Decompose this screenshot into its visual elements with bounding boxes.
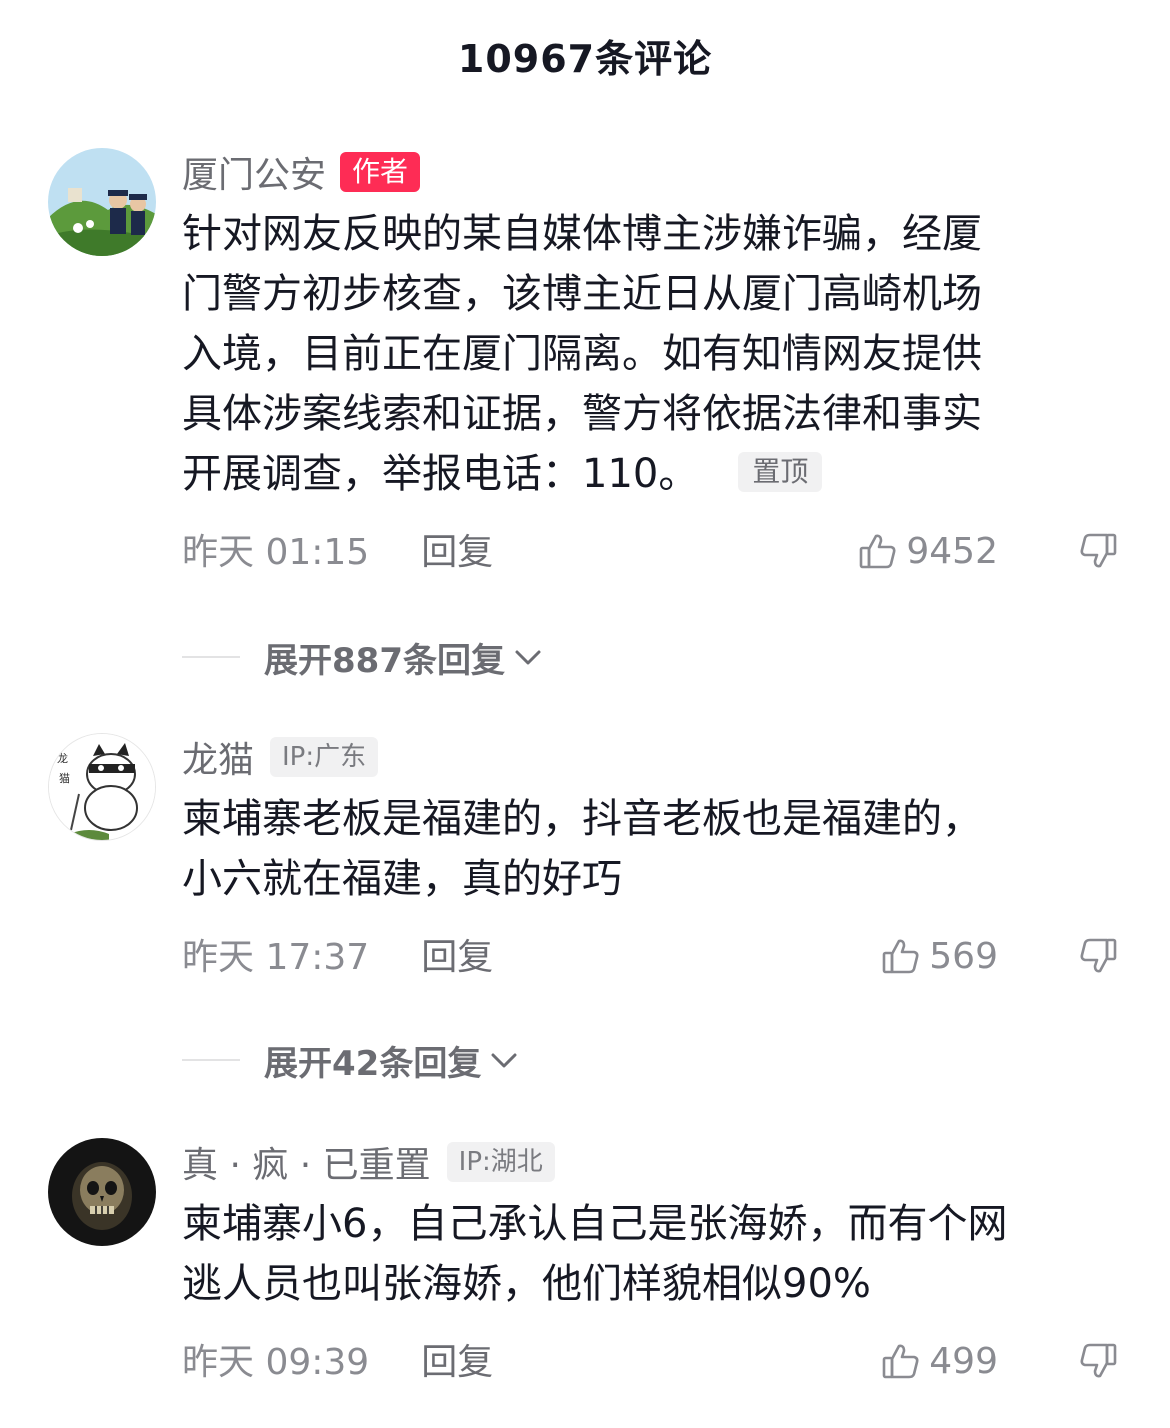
thumbs-up-icon: [858, 531, 898, 571]
username[interactable]: 龙猫: [182, 731, 254, 783]
thumbs-down-icon: [1078, 531, 1118, 571]
comment-meta: 昨天 17:37 回复: [182, 929, 493, 979]
divider-line: [182, 1059, 240, 1061]
expand-replies-button[interactable]: 展开42条回复: [182, 1035, 521, 1085]
like-button[interactable]: 569: [881, 931, 998, 981]
comment-time: 昨天 09:39: [182, 1342, 370, 1383]
username[interactable]: 厦门公安: [182, 146, 326, 198]
comment-time: 昨天 17:37: [182, 937, 370, 978]
comment-line: 入境，目前正在厦门隔离。如有知情网友提供: [182, 331, 982, 377]
ip-location-badge: IP:湖北: [446, 1142, 555, 1182]
comment-text: 柬埔寨小6，自己承认自己是张海娇，而有个网 逃人员也叫张海娇，他们样貌相似90%: [182, 1194, 1122, 1314]
dislike-button[interactable]: [1078, 931, 1118, 981]
skull-avatar-icon[interactable]: [48, 1138, 156, 1246]
comment-header: 龙猫 IP:广东: [182, 731, 379, 783]
like-count: 9452: [906, 530, 998, 572]
comment-text: 柬埔寨老板是福建的，抖音老板也是福建的， 小六就在福建，真的好巧: [182, 789, 1122, 909]
comment-line: 逃人员也叫张海娇，他们样貌相似90%: [182, 1261, 871, 1307]
pinned-badge: 置顶: [738, 452, 823, 492]
comment-line: 开展调查，举报电话：110。 置顶: [182, 444, 1122, 504]
comment-count-title: 10967条评论: [457, 37, 713, 81]
like-count: 499: [929, 1340, 998, 1382]
comment-line: 小六就在福建，真的好巧: [182, 856, 622, 902]
expand-replies-label: 展开42条回复: [264, 1043, 482, 1084]
comment-item: 真 · 疯 · 已重置 IP:湖北 柬埔寨小6，自己承认自己是张海娇，而有个网 …: [0, 1138, 1170, 1398]
chevron-down-icon: [511, 640, 545, 674]
reply-button[interactable]: 回复: [421, 523, 493, 575]
comment-text: 针对网友反映的某自媒体博主涉嫌诈骗，经厦 门警方初步核查，该博主近日从厦门高崎机…: [182, 204, 1122, 504]
ip-location-badge: IP:广东: [270, 737, 379, 777]
dislike-button[interactable]: [1078, 526, 1118, 576]
thumbs-up-icon: [881, 936, 921, 976]
svg-text:猫: 猫: [59, 772, 70, 785]
chevron-down-icon: [487, 1043, 521, 1077]
thumbs-down-icon: [1078, 1341, 1118, 1381]
comment-line: 具体涉案线索和证据，警方将依据法律和事实: [182, 391, 982, 437]
comment-item: 龙 猫 龙猫 IP:广东 柬埔寨老板是福建的，抖音老板也是福建的， 小六就在福建…: [0, 733, 1170, 1103]
expand-replies-label: 展开887条回复: [264, 640, 505, 681]
comment-time: 昨天 01:15: [182, 532, 370, 573]
dislike-button[interactable]: [1078, 1336, 1118, 1386]
police-avatar-icon[interactable]: [48, 148, 156, 256]
reply-button[interactable]: 回复: [421, 928, 493, 980]
expand-replies-button[interactable]: 展开887条回复: [182, 632, 545, 682]
comment-line: 针对网友反映的某自媒体博主涉嫌诈骗，经厦: [182, 211, 982, 257]
comment-line: 门警方初步核查，该博主近日从厦门高崎机场: [182, 271, 982, 317]
comment-meta: 昨天 01:15 回复: [182, 524, 493, 574]
comment-header: 真 · 疯 · 已重置 IP:湖北: [182, 1138, 555, 1186]
comment-line: 柬埔寨小6，自己承认自己是张海娇，而有个网: [182, 1201, 1008, 1247]
comment-meta: 昨天 09:39 回复: [182, 1334, 493, 1384]
like-button[interactable]: 499: [881, 1336, 998, 1386]
username[interactable]: 真 · 疯 · 已重置: [182, 1136, 431, 1188]
like-count: 569: [929, 935, 998, 977]
like-button[interactable]: 9452: [858, 526, 998, 576]
svg-text:龙: 龙: [57, 752, 68, 765]
thumbs-down-icon: [1078, 936, 1118, 976]
divider-line: [182, 656, 240, 658]
cartoon-golfer-avatar-icon[interactable]: 龙 猫: [48, 733, 156, 841]
comment-line-text: 开展调查，举报电话：110。: [182, 451, 699, 497]
reply-button[interactable]: 回复: [421, 1333, 493, 1385]
comment-item: 厦门公安 作者 针对网友反映的某自媒体博主涉嫌诈骗，经厦 门警方初步核查，该博主…: [0, 148, 1170, 708]
author-badge: 作者: [340, 152, 421, 192]
comment-line: 柬埔寨老板是福建的，抖音老板也是福建的，: [182, 796, 982, 842]
thumbs-up-icon: [881, 1341, 921, 1381]
comment-header: 厦门公安 作者: [182, 146, 421, 198]
